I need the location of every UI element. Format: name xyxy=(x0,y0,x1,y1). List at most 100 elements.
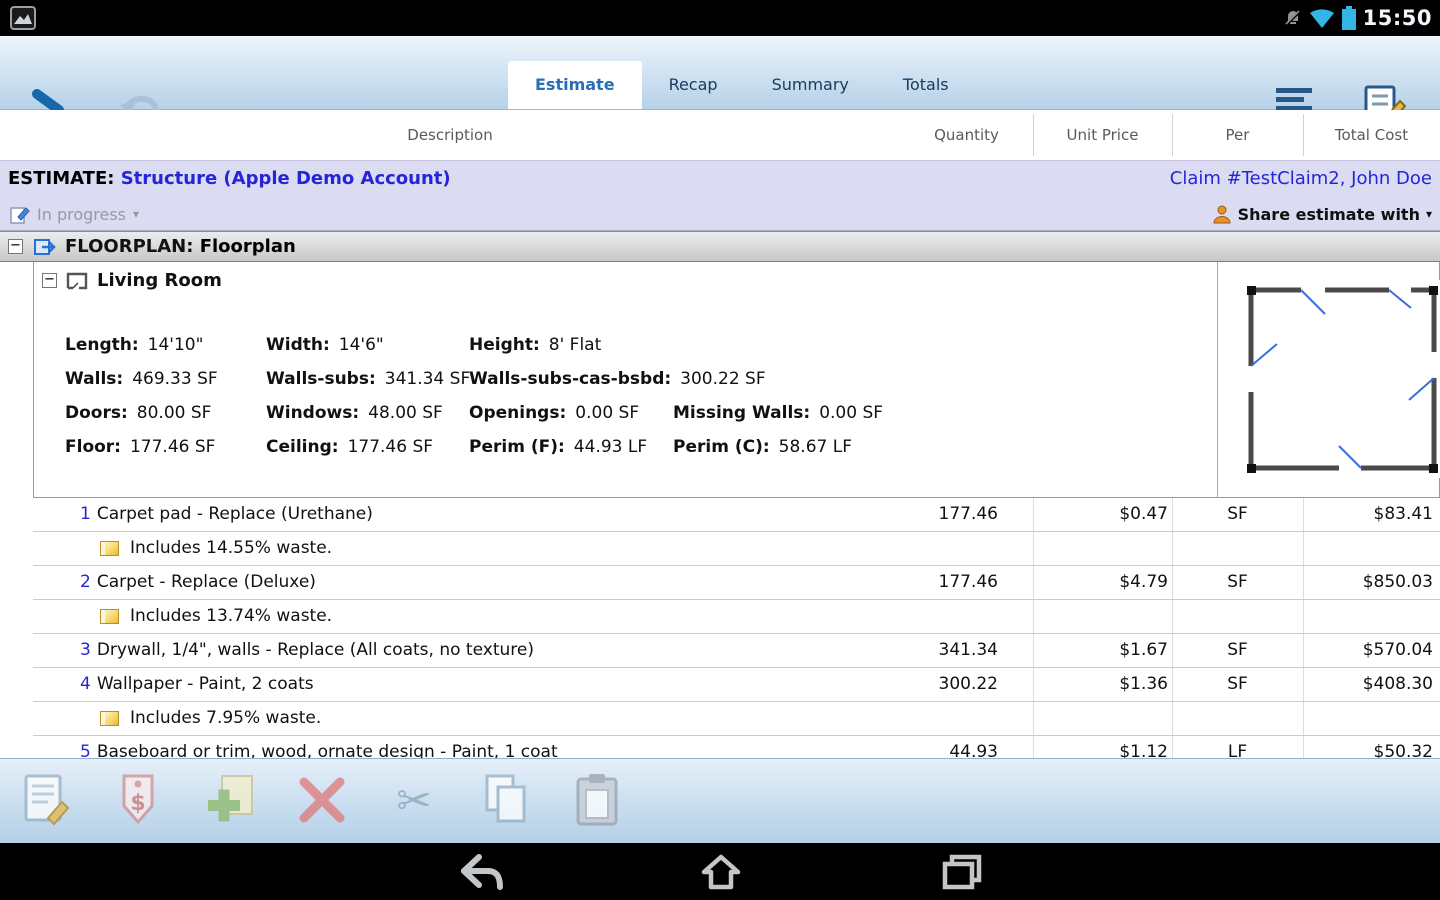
tab-totals[interactable]: Totals xyxy=(876,61,976,109)
line-item-quantity: 177.46 xyxy=(938,504,998,524)
room-stat: Missing Walls: 0.00 SF xyxy=(673,396,883,430)
status-dropdown[interactable]: In progress ▾ xyxy=(10,197,139,231)
line-item-total: $408.30 xyxy=(1362,674,1433,694)
room-stat-row: Length: 14'10" Width: 14'6" Height: 8' Flat xyxy=(65,328,1199,362)
stat-label: Openings: xyxy=(469,403,567,423)
line-item-per: SF xyxy=(1227,640,1248,660)
estimate-header-bar: ESTIMATE: Structure (Apple Demo Account)… xyxy=(0,160,1440,197)
stat-value: 14'6" xyxy=(338,335,384,355)
tab-summary[interactable]: Summary xyxy=(745,61,876,109)
delete-item-button[interactable] xyxy=(276,772,368,830)
price-tag-button[interactable]: $ xyxy=(92,772,184,830)
room-stat-row: Walls: 469.33 SF Walls-subs: 341.34 SF Walls… xyxy=(65,362,1199,396)
stat-value: 177.46 SF xyxy=(129,437,216,457)
line-item-note-row[interactable]: Includes 13.74% waste. xyxy=(33,600,1440,634)
floorplan-thumbnail[interactable] xyxy=(1239,280,1440,478)
add-item-button[interactable] xyxy=(184,772,276,830)
cut-button[interactable]: ✂ xyxy=(368,775,460,827)
collapse-room-button[interactable]: − xyxy=(42,273,57,288)
line-item-row[interactable]: 1 Carpet pad - Replace (Urethane) 177.46 $0… xyxy=(33,498,1440,532)
stat-label: Missing Walls: xyxy=(673,403,811,423)
stat-value: 14'10" xyxy=(147,335,204,355)
stat-value: 58.67 LF xyxy=(778,437,852,457)
stat-label: Floor: xyxy=(65,437,121,457)
tab-bar: Estimate Recap Summary Totals xyxy=(508,61,976,109)
room-stat: Walls-subs: 341.34 SF xyxy=(266,362,471,396)
line-item-quantity: 341.34 xyxy=(938,640,998,660)
paste-button[interactable] xyxy=(552,772,644,830)
price-tag-icon: $ xyxy=(122,774,154,825)
stat-value: 44.93 LF xyxy=(573,437,648,457)
home-button[interactable] xyxy=(700,853,742,891)
person-icon xyxy=(1213,205,1231,224)
line-item-note-row[interactable]: Includes 14.55% waste. xyxy=(33,532,1440,566)
stat-label: Ceiling: xyxy=(266,437,339,457)
stat-label: Perim (C): xyxy=(673,437,770,457)
line-item-per: LF xyxy=(1227,742,1248,758)
room-stat: Walls: 469.33 SF xyxy=(65,362,266,396)
room-stat: Height: 8' Flat xyxy=(469,328,673,362)
column-unit-price: Unit Price xyxy=(1066,126,1139,144)
estimate-label: ESTIMATE: xyxy=(8,168,115,189)
line-item-note-row[interactable]: Includes 7.95% waste. xyxy=(33,702,1440,736)
line-item-total: $50.32 xyxy=(1373,742,1433,758)
app-screen: 15:50 Estimate Recap Summary Totals Descrip… xyxy=(0,0,1440,900)
room-stat: Walls-subs-cas-bsbd: 300.22 SF xyxy=(469,362,766,396)
claim-info: Claim #TestClaim2, John Doe xyxy=(1169,168,1432,189)
chevron-down-icon: ▾ xyxy=(1425,206,1432,221)
back-button[interactable] xyxy=(458,853,504,891)
room-stat: Openings: 0.00 SF xyxy=(469,396,673,430)
copy-icon xyxy=(485,774,526,823)
line-item-total: $850.03 xyxy=(1362,572,1433,592)
line-item-row[interactable]: 3 Drywall, 1/4", walls - Replace (All coa… xyxy=(33,634,1440,668)
column-separator xyxy=(1033,114,1034,156)
line-item-quantity: 177.46 xyxy=(938,572,998,592)
stat-value: 8' Flat xyxy=(548,335,602,355)
copy-button[interactable] xyxy=(460,772,552,830)
collapse-floorplan-button[interactable]: − xyxy=(8,239,23,254)
line-item-description: 5 Baseboard or trim, wood, ornate design … xyxy=(80,736,558,758)
room-panel: − Living Room Length: 14'10" Width: 14'6" He… xyxy=(33,262,1440,498)
stat-label: Doors: xyxy=(65,403,128,423)
line-item-row[interactable]: 4 Wallpaper - Paint, 2 coats 300.22 $1.36 SF… xyxy=(33,668,1440,702)
share-estimate-button[interactable]: Share estimate with ▾ xyxy=(1212,197,1432,231)
room-stat: Perim (F): 44.93 LF xyxy=(469,430,673,464)
room-stat-row: Floor: 177.46 SF Ceiling: 177.46 SF Perim (F… xyxy=(65,430,1199,464)
line-item-description: 4 Wallpaper - Paint, 2 coats xyxy=(80,674,314,694)
line-item-unit-price: $4.79 xyxy=(1119,572,1168,592)
note-icon xyxy=(100,711,119,726)
stat-label: Perim (F): xyxy=(469,437,565,457)
stat-label: Width: xyxy=(266,335,330,355)
android-nav-bar xyxy=(0,843,1440,900)
tab-estimate[interactable]: Estimate xyxy=(508,61,642,109)
screenshot-notification-icon xyxy=(10,6,36,30)
notes-icon xyxy=(24,774,70,826)
room-stat: Perim (C): 58.67 LF xyxy=(673,430,852,464)
line-item-total: $83.41 xyxy=(1373,504,1433,524)
notes-button[interactable] xyxy=(0,772,92,830)
recents-button[interactable] xyxy=(941,853,983,891)
status-time: 15:50 xyxy=(1362,6,1432,30)
column-headers: Description Quantity Unit Price Per Tota… xyxy=(0,110,1440,160)
line-item-quantity: 300.22 xyxy=(938,674,998,694)
room-header: − Living Room xyxy=(42,270,222,291)
add-item-icon xyxy=(208,775,253,822)
stat-value: 0.00 SF xyxy=(819,403,884,423)
line-item-unit-price: $1.67 xyxy=(1119,640,1168,660)
estimate-status-bar: In progress ▾ Share estimate with ▾ xyxy=(0,197,1440,231)
svg-text:$: $ xyxy=(130,791,145,816)
android-status-bar: 15:50 xyxy=(0,0,1440,36)
stat-label: Windows: xyxy=(266,403,360,423)
column-description: Description xyxy=(407,126,493,144)
note-text: Includes 14.55% waste. xyxy=(130,538,333,558)
line-item-row[interactable]: 5 Baseboard or trim, wood, ornate design … xyxy=(33,736,1440,758)
room-stats: Length: 14'10" Width: 14'6" Height: 8' Flat Wa… xyxy=(65,328,1199,464)
stat-value: 341.34 SF xyxy=(384,369,471,389)
line-item-unit-price: $1.12 xyxy=(1119,742,1168,758)
floorplan-label: FLOORPLAN: xyxy=(65,236,194,257)
tab-recap[interactable]: Recap xyxy=(642,61,745,109)
line-item-description: 1 Carpet pad - Replace (Urethane) xyxy=(80,504,373,524)
line-item-row[interactable]: 2 Carpet - Replace (Deluxe) 177.46 $4.79 SF $… xyxy=(33,566,1440,600)
stat-value: 177.46 SF xyxy=(347,437,434,457)
room-stat: Windows: 48.00 SF xyxy=(266,396,469,430)
